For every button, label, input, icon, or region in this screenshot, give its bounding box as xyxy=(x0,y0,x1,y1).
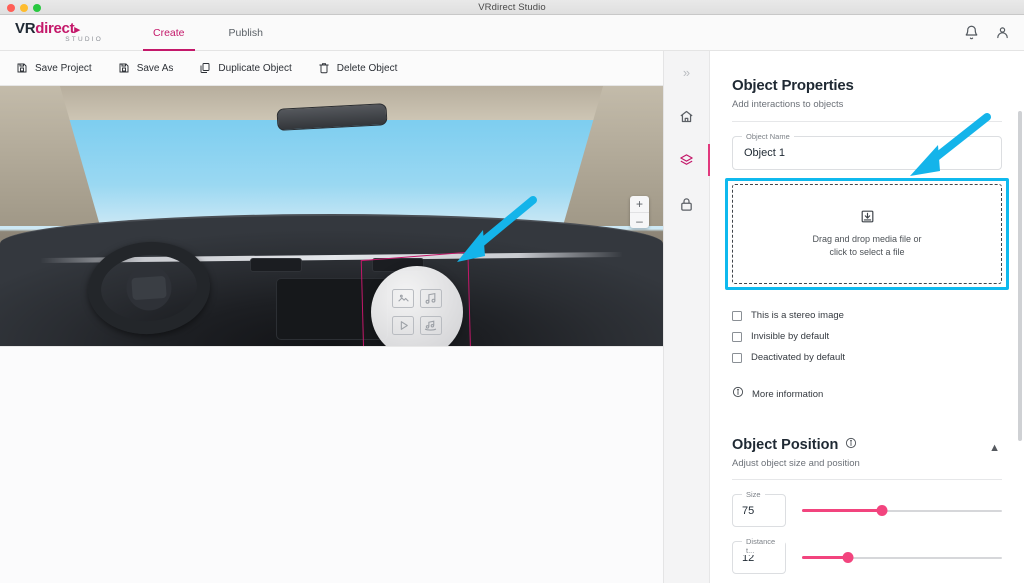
divider xyxy=(732,479,1002,480)
panel-scrollbar[interactable] xyxy=(1018,111,1022,441)
distance-slider-row: Distance t... 12 xyxy=(732,537,1002,574)
duplicate-icon xyxy=(200,63,210,73)
size-slider-thumb[interactable] xyxy=(876,505,888,516)
logo-wordmark: VRdirect▸ xyxy=(15,21,103,36)
home-icon[interactable] xyxy=(676,105,698,127)
distance-input[interactable]: Distance t... 12 xyxy=(732,537,786,574)
main-tabs: Create Publish xyxy=(131,15,285,51)
tab-publish[interactable]: Publish xyxy=(207,15,285,51)
checkbox-box xyxy=(732,331,742,342)
divider xyxy=(732,121,1002,122)
object-name-legend: Object Name xyxy=(742,132,794,141)
object-name-value: Object 1 xyxy=(744,147,785,159)
object-properties-panel: Object Properties Add interactions to ob… xyxy=(710,51,1024,583)
image-icon xyxy=(392,289,415,309)
chevron-up-icon[interactable]: ▲ xyxy=(989,442,1000,454)
save-as-button[interactable]: Save As xyxy=(118,62,174,74)
more-information-link[interactable]: More information xyxy=(732,385,1002,403)
distance-legend: Distance t... xyxy=(742,537,785,555)
window-titlebar: VRdirect Studio xyxy=(0,0,1024,15)
logo-direct: direct xyxy=(35,20,75,38)
viewport-zoom-in-button[interactable]: + xyxy=(630,196,649,212)
object-position-title: Object Position xyxy=(732,437,1002,453)
maximize-window-button[interactable] xyxy=(33,4,41,12)
panel-icon-rail: » xyxy=(663,51,711,583)
media-dropzone[interactable]: Drag and drop media file or click to sel… xyxy=(732,184,1002,284)
object-name-field[interactable]: Object Name Object 1 xyxy=(732,132,1002,170)
delete-object-button[interactable]: Delete Object xyxy=(318,62,398,74)
vrdirect-studio-window: VRdirect Studio VRdirect▸ STUDIO Create … xyxy=(0,0,1024,583)
save-as-label: Save As xyxy=(136,62,174,74)
app-header: VRdirect▸ STUDIO Create Publish xyxy=(0,15,1024,51)
checkbox-box xyxy=(732,352,742,363)
checkbox-stereo-image[interactable]: This is a stereo image xyxy=(732,310,1002,321)
logo-arrow-icon: ▸ xyxy=(74,24,80,37)
object-position-subtitle: Adjust object size and position xyxy=(732,458,860,469)
video-icon xyxy=(392,315,415,335)
size-slider[interactable] xyxy=(802,494,1002,527)
bell-icon[interactable] xyxy=(964,25,979,40)
dropzone-line-1: Drag and drop media file or xyxy=(812,233,922,244)
checkbox-label: This is a stereo image xyxy=(751,310,844,321)
save-project-label: Save Project xyxy=(35,62,92,74)
trash-icon xyxy=(319,63,329,74)
account-icon[interactable] xyxy=(995,25,1010,40)
size-input[interactable]: Size 75 xyxy=(732,490,786,527)
checkbox-deactivated-by-default[interactable]: Deactivated by default xyxy=(732,352,1002,363)
header-actions xyxy=(964,25,1010,40)
vrdirect-logo: VRdirect▸ STUDIO xyxy=(15,21,103,44)
save-as-icon xyxy=(119,63,129,73)
page-title: Object Properties xyxy=(732,77,854,94)
panel-subtitle: Add interactions to objects xyxy=(732,99,844,110)
dropzone-text: Drag and drop media file or click to sel… xyxy=(812,233,921,260)
duplicate-object-button[interactable]: Duplicate Object xyxy=(199,62,292,74)
info-icon[interactable] xyxy=(845,437,857,453)
viewport-zoom-out-button[interactable]: – xyxy=(630,212,649,228)
object-position-section: Object Position ▲ Adjust object size and… xyxy=(732,437,1002,583)
scene-graph-canvas[interactable]: Start in Car Outside Building + – + Add … xyxy=(0,346,663,583)
layers-icon[interactable] xyxy=(676,144,711,176)
media-dropzone-wrapper: Drag and drop media file or click to sel… xyxy=(725,178,1009,290)
viewport-zoom-controls: + – xyxy=(630,196,649,228)
window-traffic-lights xyxy=(7,4,41,12)
spatial-audio-icon xyxy=(419,315,442,335)
tab-create[interactable]: Create xyxy=(131,15,207,51)
size-legend: Size xyxy=(742,490,765,499)
more-information-label: More information xyxy=(752,388,824,400)
logo-vr: VR xyxy=(15,20,36,38)
minimize-window-button[interactable] xyxy=(20,4,28,12)
size-slider-row: Size 75 xyxy=(732,490,1002,527)
info-icon xyxy=(732,385,744,403)
air-vent-left xyxy=(250,258,302,272)
lock-icon[interactable] xyxy=(676,193,698,215)
duplicate-object-label: Duplicate Object xyxy=(218,62,292,74)
distance-slider[interactable] xyxy=(802,541,1002,574)
checkbox-label: Invisible by default xyxy=(751,331,830,342)
size-value: 75 xyxy=(742,504,755,517)
window-title: VRdirect Studio xyxy=(478,1,546,13)
delete-object-label: Delete Object xyxy=(336,62,398,74)
vr-scene-viewport[interactable]: + Add Object + – xyxy=(0,86,663,346)
save-project-button[interactable]: Save Project xyxy=(16,62,92,74)
save-icon xyxy=(17,63,27,73)
checkbox-label: Deactivated by default xyxy=(751,352,846,363)
close-window-button[interactable] xyxy=(7,4,15,12)
editor-toolbar: Save Project Save As Duplicate Object De… xyxy=(0,51,663,86)
checkbox-box xyxy=(732,310,742,321)
object-position-title-text: Object Position xyxy=(732,437,839,453)
dropzone-line-2: click to select a file xyxy=(829,247,905,257)
logo-subtitle: STUDIO xyxy=(65,36,103,44)
collapse-chevrons-icon[interactable]: » xyxy=(676,61,698,83)
object-option-checkboxes: This is a stereo image Invisible by defa… xyxy=(732,310,1002,363)
distance-slider-thumb[interactable] xyxy=(842,552,854,563)
music-icon xyxy=(419,289,442,309)
upload-tray-icon xyxy=(860,209,875,224)
checkbox-invisible-by-default[interactable]: Invisible by default xyxy=(732,331,1002,342)
